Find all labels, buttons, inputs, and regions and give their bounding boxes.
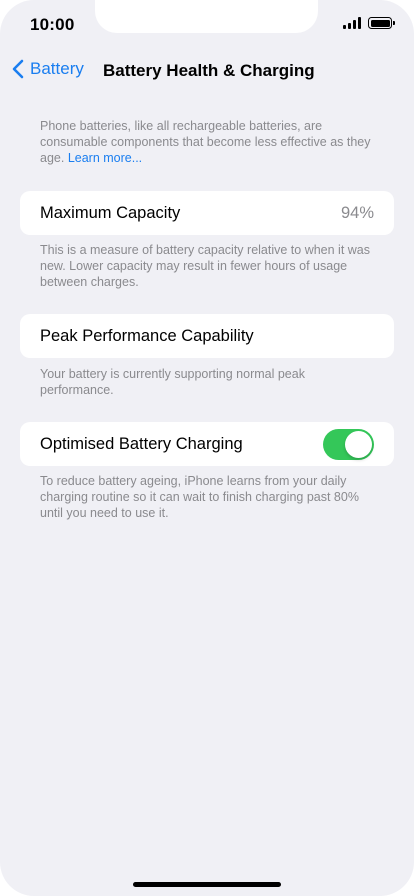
maximum-capacity-label: Maximum Capacity: [40, 203, 181, 222]
peak-performance-footnote: Your battery is currently supporting nor…: [40, 367, 305, 397]
peak-performance-label: Peak Performance Capability: [40, 326, 254, 345]
maximum-capacity-footnote: This is a measure of battery capacity re…: [40, 243, 371, 289]
navigation-bar: Battery Battery Health & Charging: [0, 55, 414, 87]
maximum-capacity-value: 94%: [340, 203, 374, 222]
status-icons: [343, 17, 395, 29]
toggle-knob: [345, 430, 372, 458]
peak-performance-row: Peak Performance Capability: [20, 314, 394, 358]
phone-screen: 10:00 Battery Battery Health & Charging …: [0, 0, 414, 896]
optimised-charging-row: Optimised Battery Charging: [20, 422, 394, 466]
intro-footnote: Phone batteries, like all rechargeable b…: [40, 118, 380, 166]
status-time: 10:00: [30, 15, 75, 34]
chevron-left-icon: [12, 59, 24, 79]
battery-icon: [368, 17, 395, 29]
notch: [95, 0, 318, 33]
optimised-charging-footnote: To reduce battery ageing, iPhone learns …: [40, 474, 359, 520]
cellular-signal-icon: [343, 17, 361, 29]
back-button[interactable]: Battery: [12, 59, 84, 79]
page-title: Battery Health & Charging: [103, 61, 315, 80]
optimised-charging-toggle[interactable]: [323, 428, 374, 460]
maximum-capacity-row: Maximum Capacity 94%: [20, 191, 394, 235]
learn-more-link[interactable]: Learn more...: [68, 151, 142, 165]
back-label: Battery: [30, 59, 84, 78]
optimised-charging-label: Optimised Battery Charging: [40, 434, 243, 453]
home-indicator[interactable]: [133, 882, 281, 887]
